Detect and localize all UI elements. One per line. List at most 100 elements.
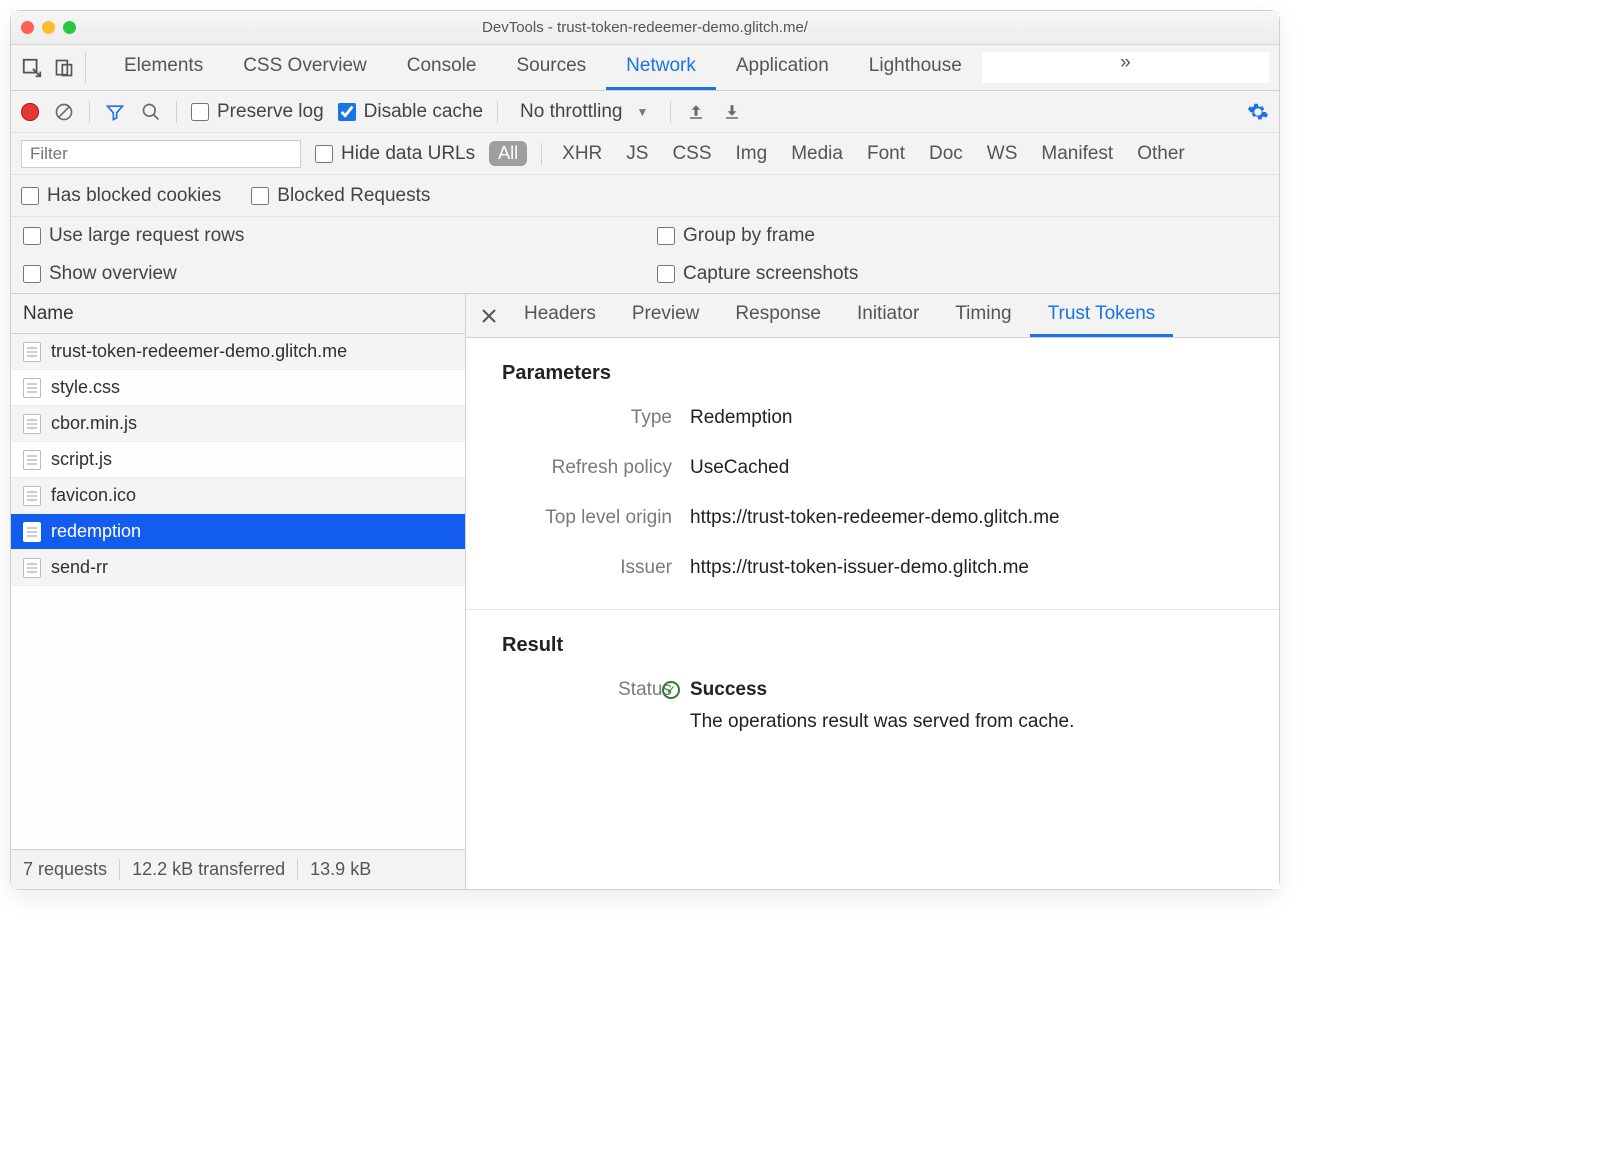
window-title: DevTools - trust-token-redeemer-demo.gli…	[11, 19, 1279, 36]
request-row[interactable]: style.css	[11, 370, 465, 406]
use-large-rows-checkbox[interactable]: Use large request rows	[11, 217, 645, 255]
separator	[541, 143, 542, 165]
disable-cache-checkbox[interactable]: Disable cache	[338, 101, 483, 123]
capture-screenshots-label: Capture screenshots	[683, 263, 858, 285]
parameters-heading: Parameters	[502, 362, 1243, 385]
preserve-log-label: Preserve log	[217, 101, 324, 123]
panel-tab-css-overview[interactable]: CSS Overview	[223, 45, 387, 90]
request-row[interactable]: send-rr	[11, 550, 465, 586]
group-by-frame-checkbox[interactable]: Group by frame	[645, 217, 1279, 255]
separator	[176, 101, 177, 123]
panel-tab-console[interactable]: Console	[387, 45, 497, 90]
network-toolbar: Preserve log Disable cache No throttling…	[11, 91, 1279, 133]
panel-tabs-bar: ElementsCSS OverviewConsoleSourcesNetwor…	[11, 45, 1279, 91]
filter-input[interactable]	[21, 140, 301, 168]
status-request-count: 7 requests	[23, 859, 120, 880]
show-overview-checkbox[interactable]: Show overview	[11, 255, 645, 293]
view-options: Use large request rows Group by frame Sh…	[11, 217, 1279, 294]
detail-tab-preview[interactable]: Preview	[614, 294, 718, 337]
status-resources: 13.9 kB	[298, 859, 383, 880]
filter-type-ws[interactable]: WS	[981, 143, 1024, 165]
search-icon[interactable]	[140, 101, 162, 123]
detail-tabs: HeadersPreviewResponseInitiatorTimingTru…	[466, 294, 1279, 338]
result-status-value: ✓ Success The operations result was serv…	[690, 679, 1243, 733]
filter-type-all[interactable]: All	[489, 141, 527, 166]
panel-tab-application[interactable]: Application	[716, 45, 849, 90]
use-large-rows-label: Use large request rows	[49, 225, 244, 247]
detail-body: Parameters Type Redemption Refresh polic…	[466, 338, 1279, 889]
filter-type-manifest[interactable]: Manifest	[1035, 143, 1119, 165]
record-button[interactable]	[21, 103, 39, 121]
request-name: redemption	[51, 521, 141, 542]
clear-icon[interactable]	[53, 101, 75, 123]
upload-har-icon[interactable]	[685, 101, 707, 123]
separator	[497, 101, 498, 123]
request-name: trust-token-redeemer-demo.glitch.me	[51, 341, 347, 362]
detail-tab-headers[interactable]: Headers	[506, 294, 614, 337]
panel-tab-sources[interactable]: Sources	[496, 45, 606, 90]
close-detail-button[interactable]	[472, 294, 506, 337]
param-refresh-key: Refresh policy	[502, 457, 672, 479]
request-row[interactable]: redemption	[11, 514, 465, 550]
has-blocked-cookies-label: Has blocked cookies	[47, 185, 221, 207]
download-har-icon[interactable]	[721, 101, 743, 123]
filter-type-js[interactable]: JS	[620, 143, 654, 165]
inspect-element-icon[interactable]	[21, 57, 43, 79]
filter-type-media[interactable]: Media	[785, 143, 849, 165]
request-row[interactable]: favicon.ico	[11, 478, 465, 514]
network-status-bar: 7 requests 12.2 kB transferred 13.9 kB	[11, 849, 465, 889]
request-list: trust-token-redeemer-demo.glitch.me style…	[11, 334, 465, 849]
filter-type-doc[interactable]: Doc	[923, 143, 969, 165]
show-overview-label: Show overview	[49, 263, 177, 285]
chevron-down-icon: ▼	[636, 105, 648, 119]
document-icon	[23, 414, 41, 434]
panel-tab-lighthouse[interactable]: Lighthouse	[849, 45, 982, 90]
panel-tab-elements[interactable]: Elements	[104, 45, 223, 90]
detail-tab-timing[interactable]: Timing	[937, 294, 1029, 337]
status-transferred: 12.2 kB transferred	[120, 859, 298, 880]
detail-tab-initiator[interactable]: Initiator	[839, 294, 937, 337]
network-settings-gear-icon[interactable]	[1247, 101, 1269, 123]
result-status-note: The operations result was served from ca…	[690, 711, 1243, 733]
request-row[interactable]: cbor.min.js	[11, 406, 465, 442]
more-panels-button[interactable]: »	[1112, 52, 1139, 77]
separator	[670, 101, 671, 123]
detail-tab-trust-tokens[interactable]: Trust Tokens	[1030, 294, 1174, 337]
filter-type-xhr[interactable]: XHR	[556, 143, 608, 165]
preserve-log-checkbox[interactable]: Preserve log	[191, 101, 324, 123]
filter-type-other[interactable]: Other	[1131, 143, 1191, 165]
detail-tab-response[interactable]: Response	[717, 294, 839, 337]
request-name: send-rr	[51, 557, 108, 578]
document-icon	[23, 342, 41, 362]
param-origin-value: https://trust-token-redeemer-demo.glitch…	[690, 507, 1243, 529]
filter-type-font[interactable]: Font	[861, 143, 911, 165]
request-name: script.js	[51, 449, 112, 470]
request-row[interactable]: trust-token-redeemer-demo.glitch.me	[11, 334, 465, 370]
blocked-requests-label: Blocked Requests	[277, 185, 430, 207]
param-issuer-value: https://trust-token-issuer-demo.glitch.m…	[690, 557, 1243, 579]
throttling-select[interactable]: No throttling ▼	[512, 101, 656, 123]
hide-data-urls-checkbox[interactable]: Hide data URLs	[315, 143, 475, 165]
capture-screenshots-checkbox[interactable]: Capture screenshots	[645, 255, 1279, 293]
filter-type-img[interactable]: Img	[730, 143, 774, 165]
document-icon	[23, 450, 41, 470]
request-name: cbor.min.js	[51, 413, 137, 434]
param-refresh-value: UseCached	[690, 457, 1243, 479]
device-toggle-icon[interactable]	[53, 57, 75, 79]
group-by-frame-label: Group by frame	[683, 225, 815, 247]
param-issuer-key: Issuer	[502, 557, 672, 579]
throttling-value: No throttling	[520, 101, 622, 123]
success-check-icon: ✓	[662, 681, 680, 699]
param-type-key: Type	[502, 407, 672, 429]
request-list-pane: Name trust-token-redeemer-demo.glitch.me…	[11, 294, 466, 889]
document-icon	[23, 378, 41, 398]
filter-funnel-icon[interactable]	[104, 101, 126, 123]
result-section: Result Status ✓ Success The operations r…	[466, 610, 1279, 763]
filter-type-css[interactable]: CSS	[666, 143, 717, 165]
has-blocked-cookies-checkbox[interactable]: Has blocked cookies	[21, 185, 221, 207]
document-icon	[23, 522, 41, 542]
request-row[interactable]: script.js	[11, 442, 465, 478]
panel-tab-network[interactable]: Network	[606, 45, 716, 90]
request-column-header[interactable]: Name	[11, 294, 465, 334]
blocked-requests-checkbox[interactable]: Blocked Requests	[251, 185, 430, 207]
